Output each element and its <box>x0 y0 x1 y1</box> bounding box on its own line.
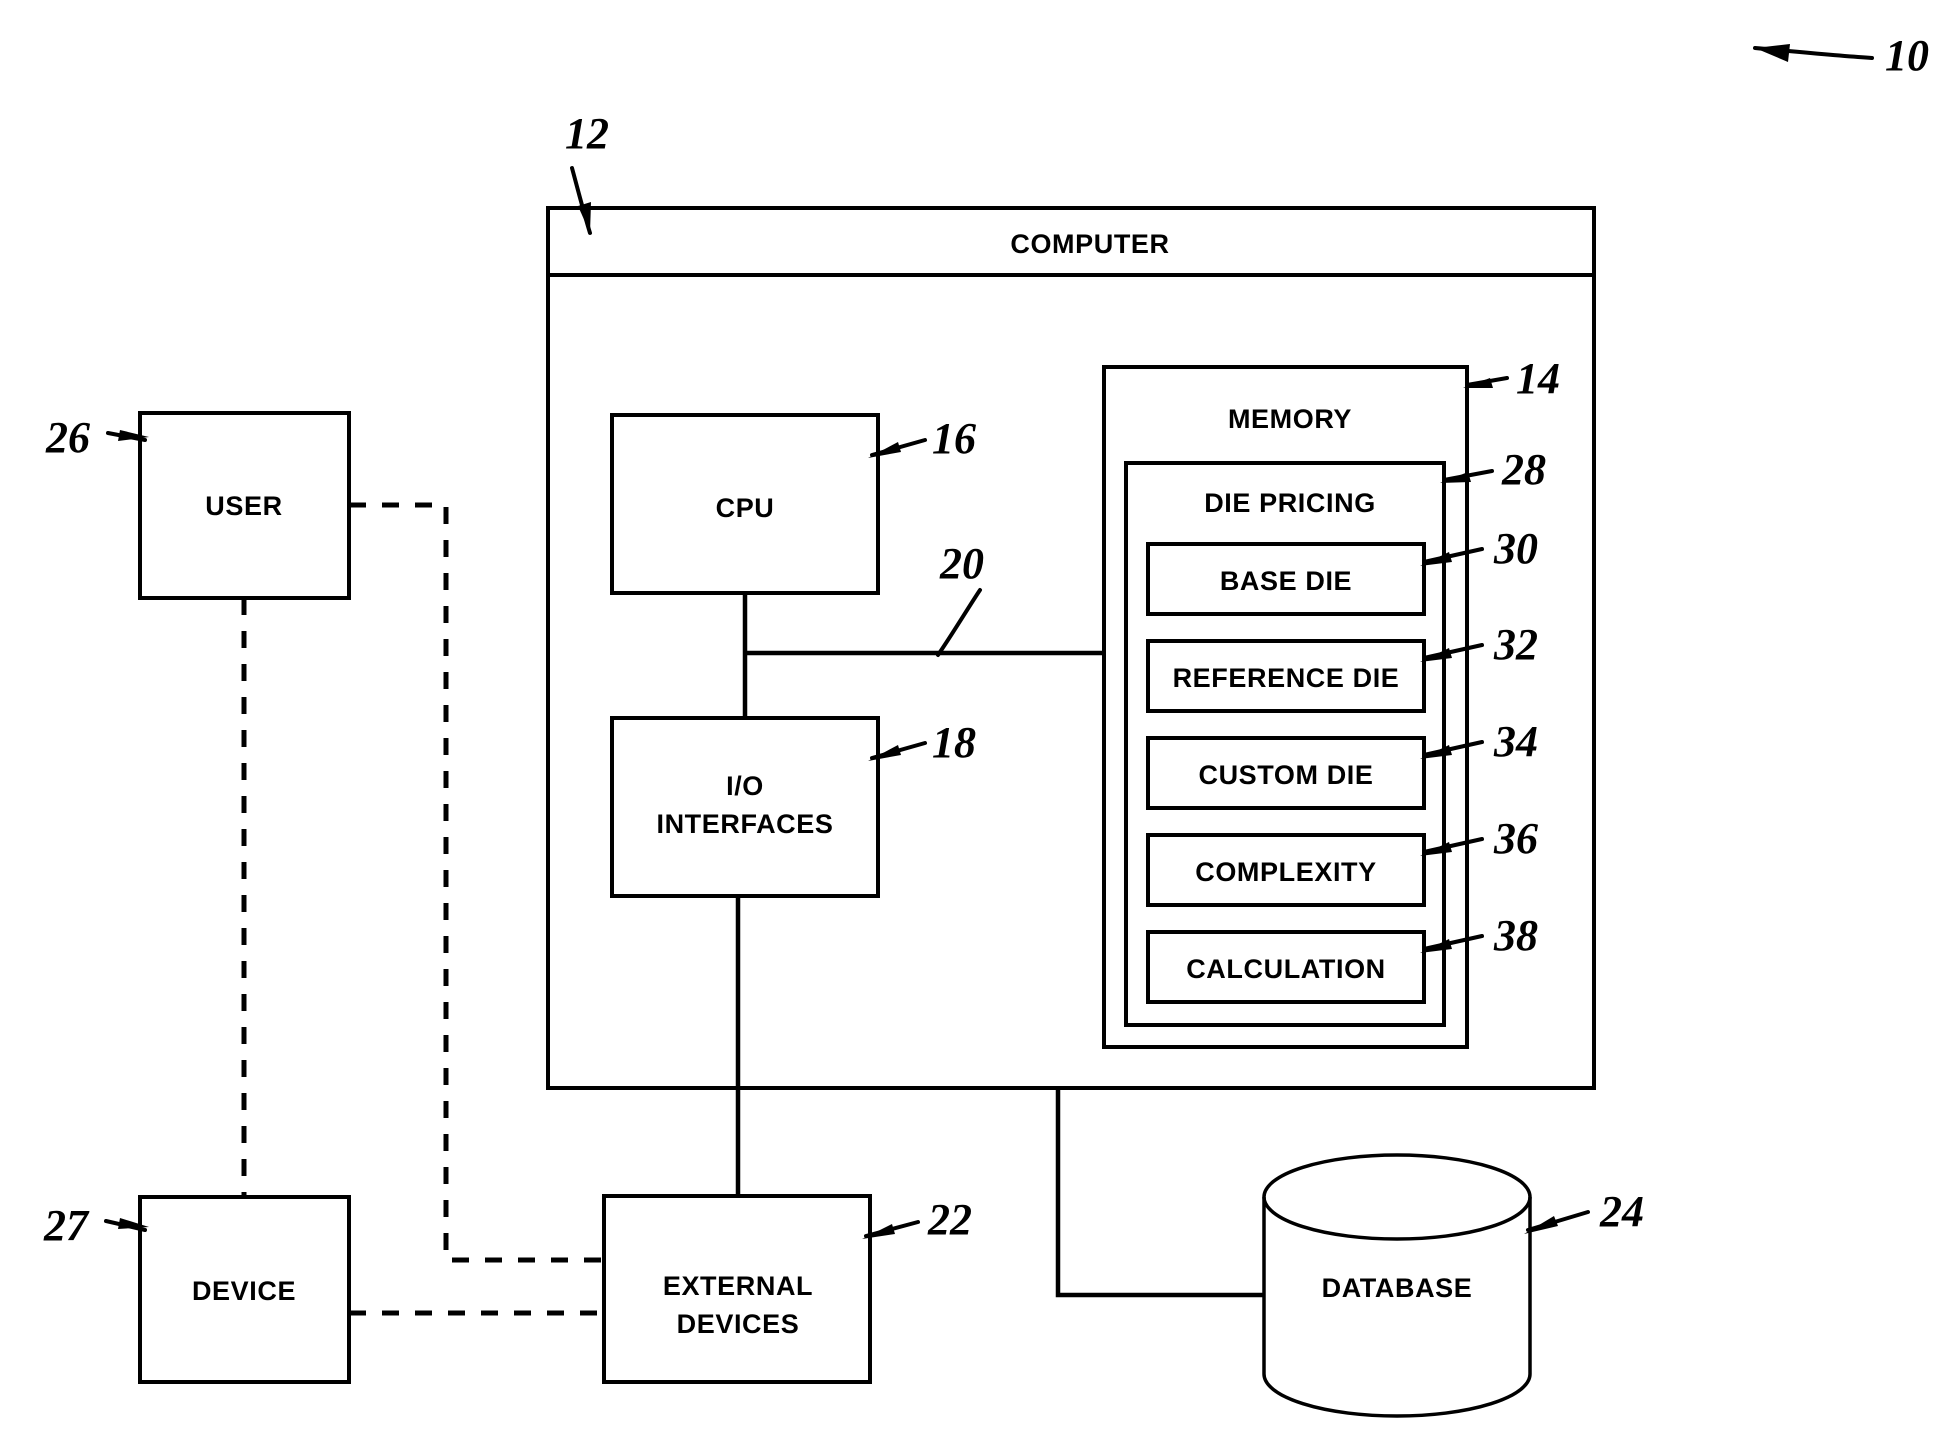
computer-box-group: COMPUTER 12 <box>546 109 1596 1090</box>
ref-28-label: 28 <box>1501 445 1546 494</box>
io-label-line1: I/O <box>726 771 764 801</box>
cpu-label: CPU <box>716 493 775 523</box>
external-devices-label-line2: DEVICES <box>677 1309 800 1339</box>
ref-16-label: 16 <box>932 414 976 463</box>
die-pricing-label: DIE PRICING <box>1204 488 1376 518</box>
ref-16-arrowhead <box>868 442 901 458</box>
device-label: DEVICE <box>192 1276 296 1306</box>
internal-bus-group: 20 <box>742 539 1104 718</box>
user-box-group: USER 26 <box>45 411 351 600</box>
memory-box-group: MEMORY 14 <box>1102 354 1560 1049</box>
device-box-group: DEVICE 27 <box>43 1195 351 1384</box>
ref-26-label: 26 <box>45 413 90 462</box>
ref-22-label: 22 <box>927 1195 972 1244</box>
database-bottom-arc <box>1262 1373 1532 1418</box>
ref-20-leader <box>936 588 982 657</box>
patent-figure: 10 COMPUTER 12 CPU 16 I/O INTERFACES 18 <box>0 0 1956 1444</box>
ref-12-label: 12 <box>565 109 609 158</box>
external-devices-box-group: EXTERNAL DEVICES 22 <box>602 1194 972 1384</box>
io-box <box>610 716 880 898</box>
dashed-user-to-external-devices <box>349 502 604 1263</box>
base-die-label: BASE DIE <box>1220 566 1352 596</box>
figure-canvas: 10 COMPUTER 12 CPU 16 I/O INTERFACES 18 <box>43 31 1929 1418</box>
memory-box <box>1102 365 1469 1049</box>
ref-22-arrowhead <box>862 1224 895 1239</box>
ref-38-label: 38 <box>1493 911 1538 960</box>
ref-18-label: 18 <box>932 718 976 767</box>
io-box-group: I/O INTERFACES 18 <box>610 716 976 898</box>
ref-10-label: 10 <box>1885 31 1929 80</box>
memory-label: MEMORY <box>1228 404 1352 434</box>
user-label: USER <box>205 491 282 521</box>
database-label: DATABASE <box>1322 1273 1473 1303</box>
io-label-line2: INTERFACES <box>656 809 833 839</box>
calculation-label: CALCULATION <box>1186 954 1386 984</box>
custom-die-box-group: CUSTOM DIE 34 <box>1146 717 1538 810</box>
ref-34-label: 34 <box>1493 717 1538 766</box>
custom-die-label: CUSTOM DIE <box>1198 760 1373 790</box>
complexity-label: COMPLEXITY <box>1195 857 1377 887</box>
database-cylinder-group: DATABASE 24 <box>1262 1153 1644 1418</box>
ref-18-arrowhead <box>868 745 901 761</box>
base-die-box-group: BASE DIE 30 <box>1146 524 1538 616</box>
ref-12-arrowhead <box>578 202 591 233</box>
complexity-box-group: COMPLEXITY 36 <box>1146 814 1538 907</box>
connection-wires-group <box>735 896 1264 1298</box>
figure-ref-10-group: 10 <box>1753 31 1929 80</box>
ref-30-label: 30 <box>1493 524 1538 573</box>
computer-label: COMPUTER <box>1010 229 1169 259</box>
ref-32-label: 32 <box>1493 620 1538 669</box>
ref-36-label: 36 <box>1493 814 1538 863</box>
calculation-box-group: CALCULATION 38 <box>1146 911 1538 1004</box>
ref-27-arrowhead <box>118 1218 149 1229</box>
reference-die-box-group: REFERENCE DIE 32 <box>1146 620 1538 713</box>
ref-24-label: 24 <box>1599 1187 1644 1236</box>
die-pricing-box-group: DIE PRICING 28 <box>1124 445 1546 1027</box>
reference-die-label: REFERENCE DIE <box>1173 663 1400 693</box>
computer-box <box>546 206 1596 1090</box>
ref-27-label: 27 <box>43 1201 90 1250</box>
ref-14-label: 14 <box>1516 354 1560 403</box>
wire-computer-to-database <box>1055 1088 1264 1298</box>
external-devices-label-line1: EXTERNAL <box>663 1271 813 1301</box>
ref-20-label: 20 <box>939 539 984 588</box>
die-pricing-box <box>1124 461 1446 1027</box>
cpu-box-group: CPU 16 <box>610 413 976 595</box>
database-top-ellipse <box>1262 1153 1532 1241</box>
